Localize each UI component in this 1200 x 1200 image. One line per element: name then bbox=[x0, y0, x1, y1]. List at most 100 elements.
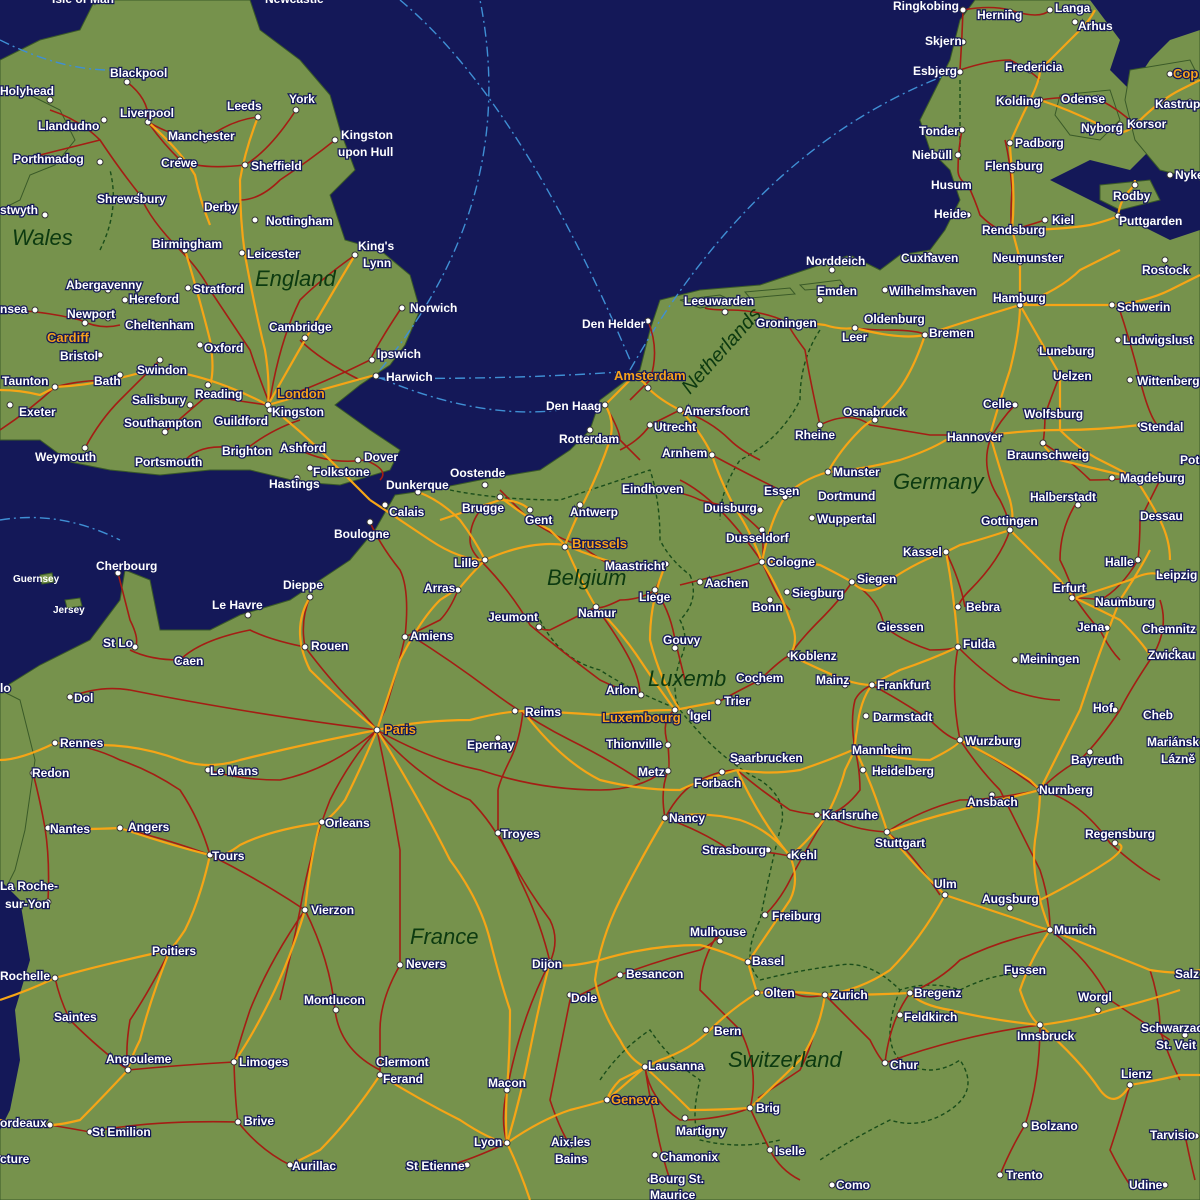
city-label-brighton: Brighton bbox=[222, 444, 272, 458]
city-label-bregenz: Bregenz bbox=[914, 986, 961, 1000]
city-label-brive: Brive bbox=[244, 1114, 274, 1128]
station-dot-celle bbox=[1011, 401, 1019, 409]
city-label-den-haag: Den Haag bbox=[546, 399, 601, 413]
city-label-lille: Lille bbox=[454, 556, 478, 570]
city-label-norwich: Norwich bbox=[410, 301, 457, 315]
station-dot-le-havre bbox=[244, 611, 252, 619]
station-dot-duisburg bbox=[756, 506, 764, 514]
city-label-kings-lynn-1: King's bbox=[358, 239, 395, 253]
city-label-rostock: Rostock bbox=[1142, 263, 1190, 277]
city-label-mainz: Mainz bbox=[816, 673, 849, 687]
city-label-ipswich: Ipswich bbox=[377, 347, 421, 361]
city-label-isle-of-man: Isle of Man bbox=[52, 0, 114, 6]
city-label-karlsruhe: Karlsruhe bbox=[822, 808, 878, 822]
city-label-zwickau: Zwickau bbox=[1148, 648, 1195, 662]
city-label-folkestone: Folkstone bbox=[313, 465, 370, 479]
station-dot-thionville bbox=[664, 741, 672, 749]
city-label-dunkerque: Dunkerque bbox=[386, 478, 449, 492]
city-label-nurnberg: Nurnberg bbox=[1039, 783, 1093, 797]
city-label-copenhagen: Cop bbox=[1173, 66, 1198, 81]
station-dot-nykobing bbox=[1166, 171, 1174, 179]
city-label-magdeburg: Magdeburg bbox=[1120, 471, 1185, 485]
station-dot-exeter bbox=[6, 401, 14, 409]
city-label-siegburg: Siegburg bbox=[792, 586, 844, 600]
station-dot-arlon bbox=[637, 691, 645, 699]
station-dot-nottingham bbox=[251, 216, 259, 224]
rail-line bbox=[504, 1089, 509, 1144]
island-label-jersey: Jersey bbox=[53, 605, 85, 616]
city-label-dole: Dole bbox=[571, 991, 597, 1005]
city-label-niebull: Niebüll bbox=[912, 148, 952, 162]
city-label-frankfurt: Frankfurt bbox=[877, 678, 930, 692]
station-dot-chur bbox=[881, 1059, 889, 1067]
station-dot-besancon bbox=[616, 971, 624, 979]
station-dot-harwich bbox=[372, 372, 380, 380]
city-label-igel: Igel bbox=[690, 709, 711, 723]
city-label-guildford: Guildford bbox=[214, 414, 268, 428]
station-dot-la-rochelle bbox=[51, 974, 59, 982]
city-label-reading: Reading bbox=[195, 387, 242, 401]
city-label-rotterdam: Rotterdam bbox=[559, 432, 619, 446]
city-label-london: London bbox=[277, 386, 325, 401]
city-label-exeter: Exeter bbox=[19, 405, 56, 419]
city-label-liverpool: Liverpool bbox=[120, 106, 174, 120]
city-label-liege: Liege bbox=[639, 590, 671, 604]
city-label-stuttgart: Stuttgart bbox=[875, 836, 925, 850]
station-dot-sheffield bbox=[241, 161, 249, 169]
city-label-augsburg: Augsburg bbox=[982, 892, 1039, 906]
city-label-amiens: Amiens bbox=[410, 629, 454, 643]
city-label-padborg: Padborg bbox=[1015, 136, 1064, 150]
station-dot-langa bbox=[1046, 6, 1054, 14]
city-label-potsdam: Pots bbox=[1180, 453, 1200, 467]
city-label-basel: Basel bbox=[752, 954, 784, 968]
city-label-como: Como bbox=[836, 1178, 870, 1192]
city-label-angers: Angers bbox=[128, 820, 170, 834]
station-dot-bolzano bbox=[1021, 1121, 1029, 1129]
city-label-aachen: Aachen bbox=[705, 576, 748, 590]
station-dot-basel bbox=[744, 958, 752, 966]
city-label-ashford: Ashford bbox=[280, 441, 326, 455]
city-label-nancy: Nancy bbox=[669, 811, 705, 825]
city-label-bern: Bern bbox=[714, 1024, 741, 1038]
station-dot-siegen bbox=[848, 578, 856, 586]
station-dot-bordeaux bbox=[46, 1121, 54, 1129]
station-dot-ipswich bbox=[368, 356, 376, 364]
station-dot-wurzburg bbox=[956, 736, 964, 744]
city-label-antwerp: Antwerp bbox=[570, 505, 618, 519]
city-label-arcachon: cture bbox=[0, 1152, 30, 1166]
station-dot-wilhelmshaven bbox=[881, 286, 889, 294]
city-label-shrewsbury: Shrewsbury bbox=[97, 192, 166, 206]
station-dot-siegburg bbox=[783, 588, 791, 596]
city-label-fussen: Fussen bbox=[1004, 963, 1046, 977]
city-label-herning: Herning bbox=[977, 8, 1022, 22]
city-label-llandudno: Llandudno bbox=[38, 119, 99, 133]
city-label-le-havre: Le Havre bbox=[212, 598, 263, 612]
city-label-mulhouse: Mulhouse bbox=[690, 925, 746, 939]
station-dot-kassel bbox=[942, 548, 950, 556]
city-label-nyborg: Nyborg bbox=[1081, 121, 1123, 135]
station-dot-lille bbox=[481, 556, 489, 564]
city-label-arnhem: Arnhem bbox=[662, 446, 707, 460]
city-label-blackpool: Blackpool bbox=[110, 66, 167, 80]
city-label-munster: Munster bbox=[833, 465, 880, 479]
city-label-oxford: Oxford bbox=[204, 341, 243, 355]
city-label-gent: Gent bbox=[525, 513, 552, 527]
city-label-regensburg: Regensburg bbox=[1085, 827, 1155, 841]
city-label-cherbourg: Cherbourg bbox=[96, 559, 157, 573]
station-dot-nancy bbox=[661, 814, 669, 822]
city-label-st-malo: lo bbox=[0, 681, 11, 695]
city-label-strasbourg: Strasbourg bbox=[702, 843, 766, 857]
city-label-flensburg: Flensburg bbox=[985, 159, 1043, 173]
station-dot-trento bbox=[996, 1171, 1004, 1179]
station-dot-forbach bbox=[718, 768, 726, 776]
city-label-rouen: Rouen bbox=[311, 639, 348, 653]
station-dot-magdeburg bbox=[1108, 474, 1116, 482]
city-label-limoges: Limoges bbox=[239, 1055, 289, 1069]
city-label-rennes: Rennes bbox=[60, 736, 104, 750]
city-label-zurich: Zurich bbox=[831, 988, 868, 1002]
city-label-schwarzach-2: St. Veit bbox=[1156, 1038, 1196, 1052]
city-label-heidelberg: Heidelberg bbox=[872, 764, 934, 778]
city-label-porthmadog: Porthmadog bbox=[13, 152, 84, 166]
city-label-arras: Arras bbox=[424, 581, 456, 595]
city-label-crewe: Crewe bbox=[161, 156, 197, 170]
